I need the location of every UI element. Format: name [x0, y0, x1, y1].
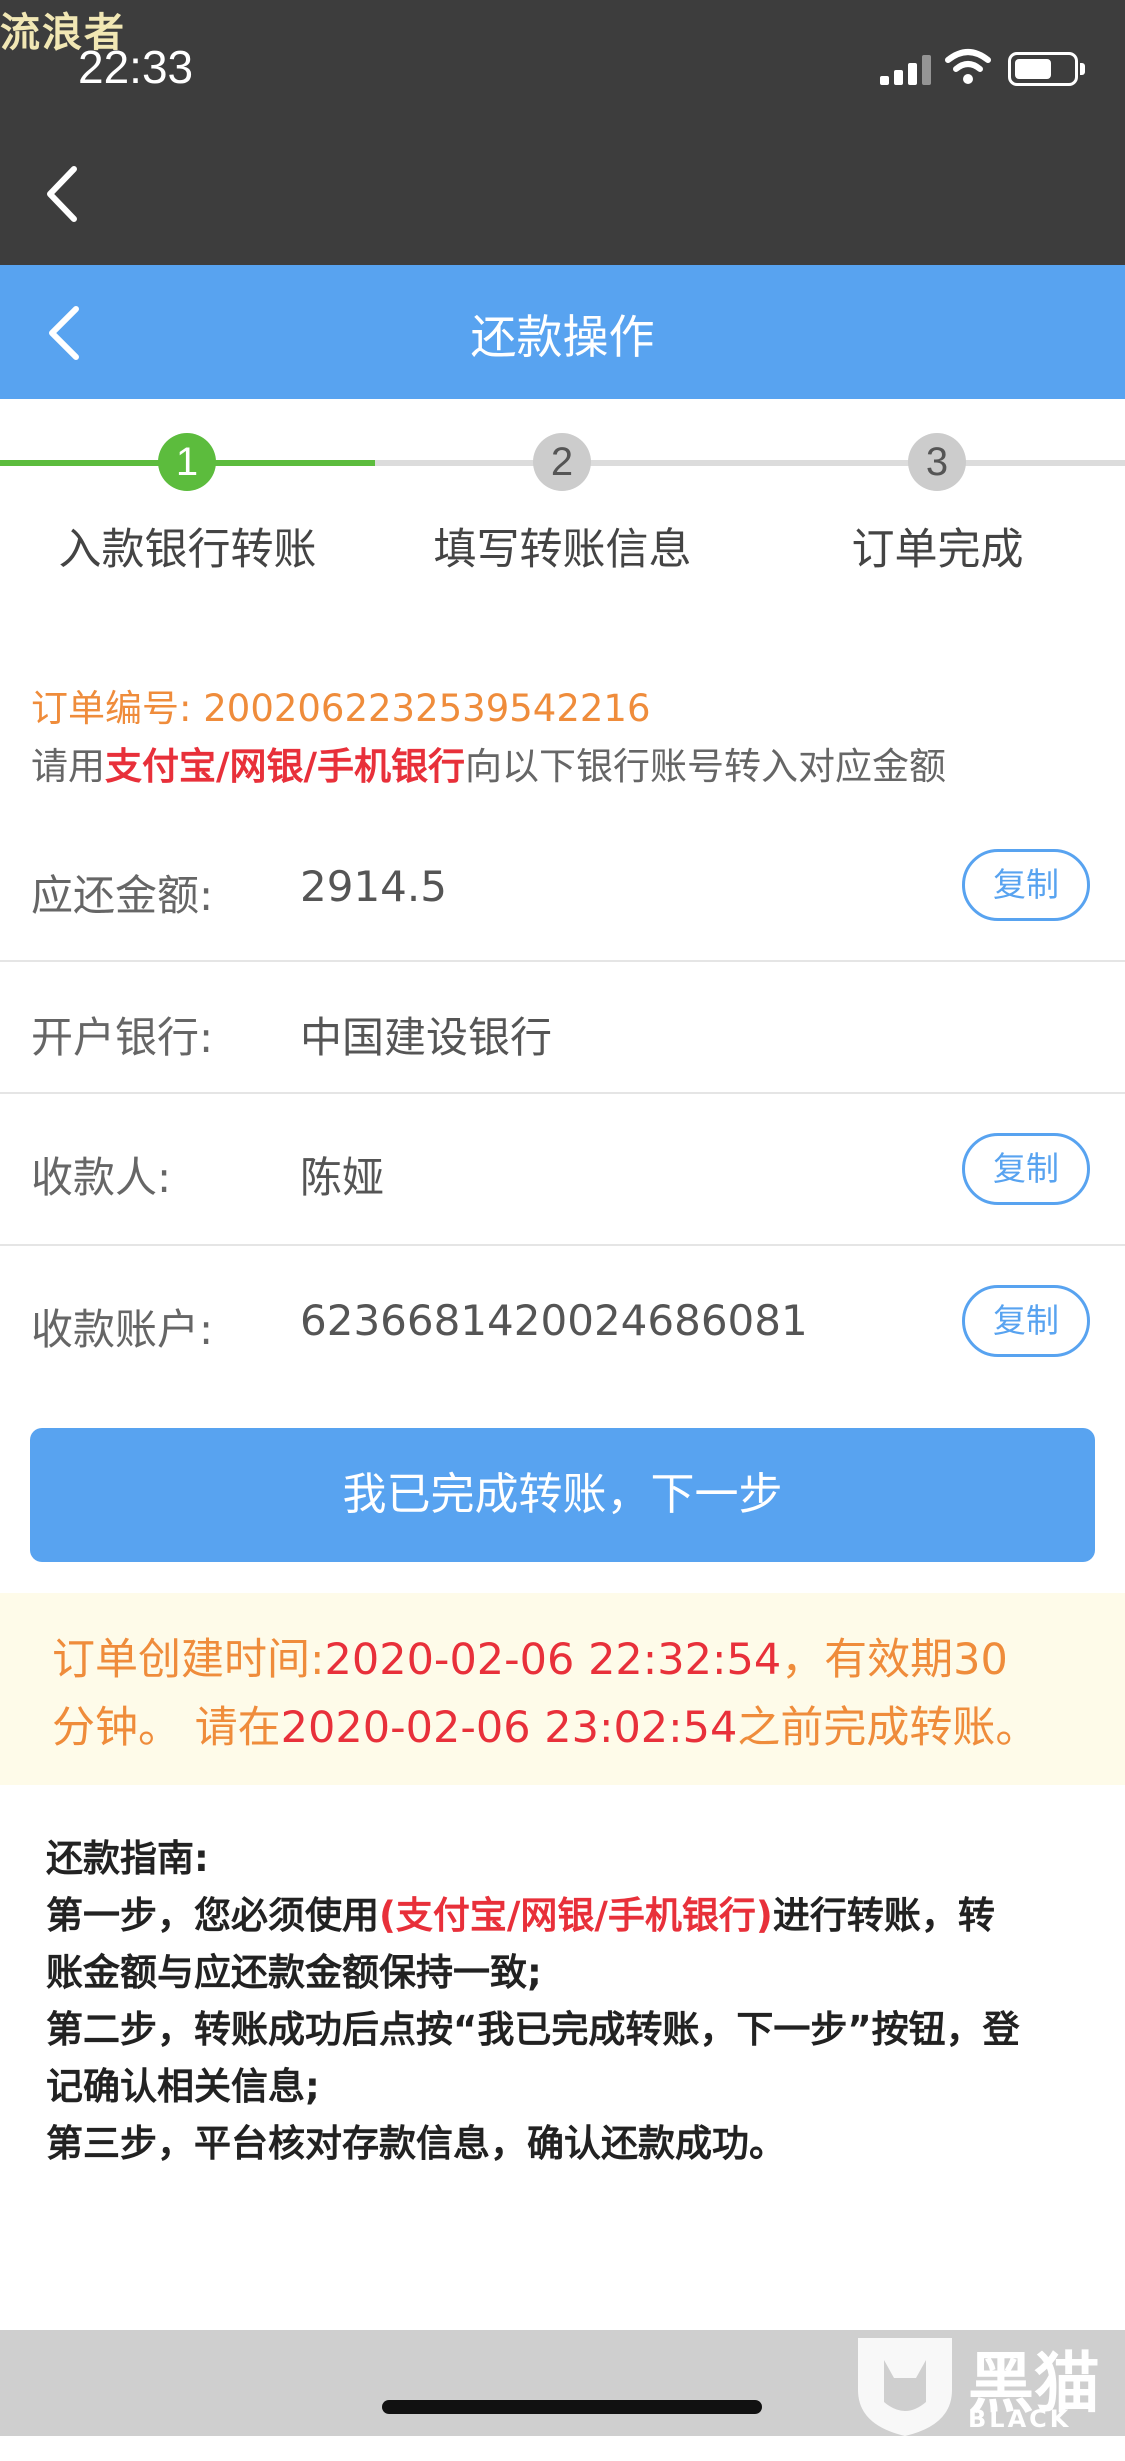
instruction-suffix: 向以下银行账号转入对应金额: [465, 745, 947, 788]
amount-label: 应还金额:: [31, 871, 214, 920]
order-number: 订单编号: 2002062232539542216: [31, 678, 651, 732]
step-1-label: 入款银行转账: [58, 525, 317, 575]
copy-payee-button[interactable]: 复制: [962, 1133, 1090, 1205]
instruction-prefix: 请用: [31, 745, 105, 788]
bank-label: 开户银行:: [31, 1013, 214, 1062]
account-value: 6236681420024686081: [300, 1296, 808, 1345]
battery-icon: [1008, 52, 1078, 86]
amount-row: 应还金额: 2914.5 复制: [0, 820, 1125, 962]
notice-line-1: 订单创建时间:2020-02-06 22:32:54，有效期30: [52, 1625, 1008, 1687]
guide-step-2: 第二步，转账成功后点按“我已完成转账，下一步”按钮，登: [46, 2008, 1020, 2051]
step-3-circle: 3: [908, 433, 966, 491]
step-2-circle: 2: [533, 433, 591, 491]
notice-created-label: 订单创建时间:: [52, 1635, 325, 1685]
guide-step-1-text-2: 进行转账，转: [772, 1894, 995, 1937]
header-bar: 还款操作: [0, 265, 1125, 399]
black-cat-watermark-logo: 黑猫 BLACK CAT: [850, 2330, 1125, 2461]
progress-steps: 1 2 3 入款银行转账 填写转账信息 订单完成: [0, 430, 1125, 590]
notice-line-2: 分钟。 请在2020-02-06 23:02:54之前完成转账。: [52, 1693, 1038, 1755]
guide-step-2-cont: 记确认相关信息;: [46, 2065, 320, 2108]
step-2-label: 填写转账信息: [433, 525, 692, 575]
bank-row: 开户银行: 中国建设银行: [0, 962, 1125, 1094]
guide-step-3: 第三步，平台核对存款信息，确认还款成功。: [46, 2122, 786, 2165]
status-bar: 流浪者 22:33: [0, 0, 1125, 265]
step-1-circle: 1: [158, 433, 216, 491]
copy-account-button[interactable]: 复制: [962, 1285, 1090, 1357]
notice-complete-text: 之前完成转账。: [737, 1703, 1039, 1753]
home-indicator[interactable]: [382, 2400, 762, 2414]
notice-deadline-time: 2020-02-06 23:02:54: [280, 1703, 738, 1753]
deadline-notice: 订单创建时间:2020-02-06 22:32:54，有效期30 分钟。 请在2…: [0, 1593, 1125, 1785]
notice-validity: ，有效期30: [781, 1635, 1008, 1685]
guide-step-1-methods: (支付宝/网银/手机银行): [379, 1894, 773, 1937]
amount-value: 2914.5: [300, 862, 447, 911]
instruction-highlight: 支付宝/网银/手机银行: [105, 745, 466, 788]
payee-label: 收款人:: [31, 1153, 172, 1202]
signal-icon: [880, 55, 932, 85]
order-number-label: 订单编号:: [31, 687, 192, 730]
page-title: 还款操作: [470, 310, 655, 364]
wifi-icon: [945, 49, 991, 84]
transfer-complete-next-button[interactable]: 我已完成转账，下一步: [30, 1428, 1095, 1562]
guide-step-1-text: 第一步，您必须使用: [46, 1894, 379, 1937]
copy-amount-button[interactable]: 复制: [962, 849, 1090, 921]
account-label: 收款账户:: [31, 1305, 214, 1354]
status-time: 22:33: [78, 41, 194, 93]
transfer-instruction: 请用支付宝/网银/手机银行向以下银行账号转入对应金额: [31, 736, 946, 790]
order-number-value: 2002062232539542216: [203, 687, 651, 730]
guide-title: 还款指南:: [46, 1837, 209, 1880]
step-3-label: 订单完成: [851, 525, 1024, 575]
repayment-guide: 还款指南: 第一步，您必须使用(支付宝/网银/手机银行)进行转账，转 账金额与应…: [46, 1830, 1086, 2172]
notice-before-label: 分钟。 请在: [52, 1703, 281, 1753]
notice-created-time: 2020-02-06 22:32:54: [324, 1635, 782, 1685]
cat-shield-icon: [858, 2338, 952, 2436]
progress-line-pending: [375, 460, 1125, 466]
guide-step-1: 第一步，您必须使用(支付宝/网银/手机银行)进行转账，转: [46, 1887, 1086, 1944]
payee-row: 收款人: 陈娅 复制: [0, 1094, 1125, 1246]
logo-en-text: BLACK CAT: [968, 2405, 1072, 2461]
guide-step-1-cont: 账金额与应还款金额保持一致;: [46, 1951, 542, 1994]
payee-value: 陈娅: [300, 1153, 385, 1202]
account-row: 收款账户: 6236681420024686081 复制: [0, 1246, 1125, 1396]
bank-value: 中国建设银行: [300, 1013, 553, 1062]
chevron-left-icon[interactable]: [44, 165, 78, 223]
